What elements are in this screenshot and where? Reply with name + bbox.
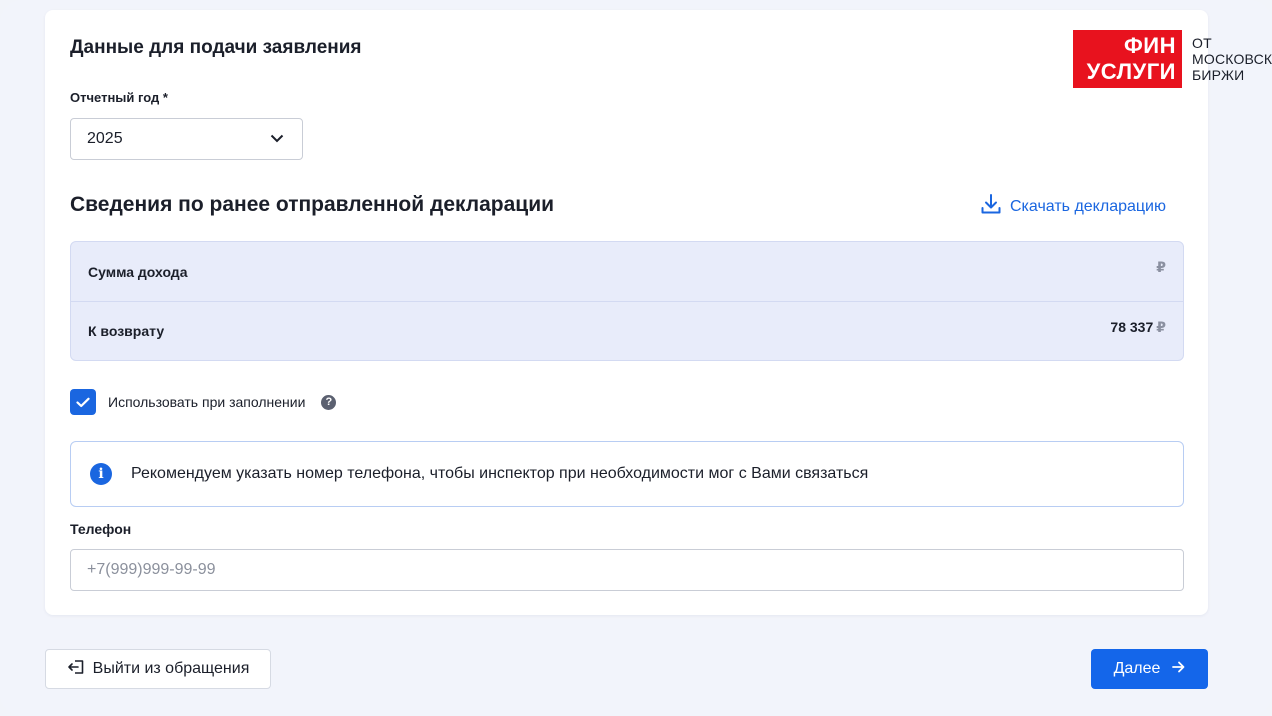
refund-value: 78 337 ₽ — [1110, 318, 1166, 336]
notice-text: Рекомендуем указать номер телефона, чтоб… — [131, 465, 869, 482]
chevron-down-icon — [270, 130, 284, 148]
exit-label: Выйти из обращения — [92, 660, 250, 677]
ruble-sign: ₽ — [1156, 318, 1166, 335]
income-value: ₽ — [1153, 259, 1166, 276]
form-title: Данные для подачи заявления — [70, 37, 362, 58]
year-select-value: 2025 — [87, 130, 123, 147]
declaration-title: Сведения по ранее отправленной деклараци… — [70, 193, 555, 216]
phone-recommendation-notice: i Рекомендуем указать номер телефона, чт… — [70, 441, 1184, 507]
download-declaration-link[interactable]: Скачать декларацию — [980, 193, 1166, 220]
logo-red-block: ФИН УСЛУГИ — [1073, 30, 1182, 88]
download-label: Скачать декларацию — [1010, 197, 1166, 215]
application-form-card: Данные для подачи заявления Отчетный год… — [45, 10, 1272, 615]
next-button[interactable]: Далее — [1091, 649, 1208, 689]
year-select[interactable]: 2025 — [70, 118, 303, 160]
next-label: Далее — [1113, 660, 1161, 677]
finuslugi-logo: ФИН УСЛУГИ ОТ МОСКОВСКОЙ БИРЖИ — [1073, 30, 1272, 88]
logo-caption: ОТ МОСКОВСКОЙ БИРЖИ — [1192, 35, 1272, 83]
page-background: Данные для подачи заявления Отчетный год… — [0, 0, 1272, 716]
declaration-summary-table: Сумма дохода ₽ К возврату 78 337 ₽ — [70, 241, 1184, 361]
info-icon: i — [90, 463, 112, 485]
phone-label: Телефон — [70, 521, 132, 537]
arrow-right-icon — [1172, 660, 1185, 678]
use-when-filling-label: Использовать при заполнении — [108, 394, 306, 410]
refund-label: К возврату — [88, 323, 165, 339]
phone-input[interactable] — [70, 549, 1184, 591]
exit-icon — [67, 659, 85, 680]
exit-request-button[interactable]: Выйти из обращения — [45, 649, 271, 689]
income-label: Сумма дохода — [88, 263, 188, 280]
checkmark-icon — [76, 397, 90, 407]
ruble-sign: ₽ — [1156, 259, 1166, 275]
use-when-filling-checkbox[interactable] — [70, 389, 96, 415]
use-when-filling-row: Использовать при заполнении ? — [70, 389, 337, 415]
download-icon — [980, 193, 1002, 220]
year-label: Отчетный год * — [70, 90, 168, 105]
table-row: К возврату 78 337 ₽ — [71, 301, 1183, 360]
table-row: Сумма дохода ₽ — [71, 242, 1183, 301]
question-icon[interactable]: ? — [321, 394, 337, 410]
